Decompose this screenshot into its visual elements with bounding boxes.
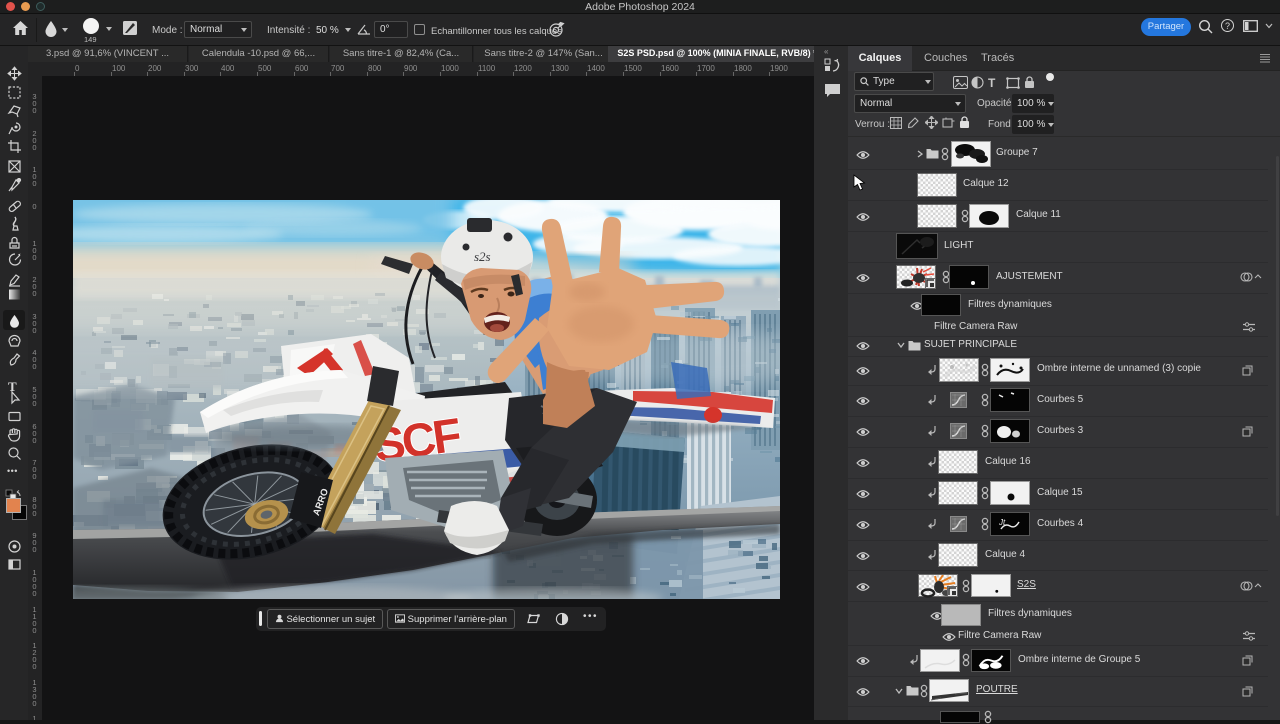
svg-text:Jt: Jt xyxy=(998,518,1006,527)
svg-text:s2s: s2s xyxy=(474,249,491,264)
